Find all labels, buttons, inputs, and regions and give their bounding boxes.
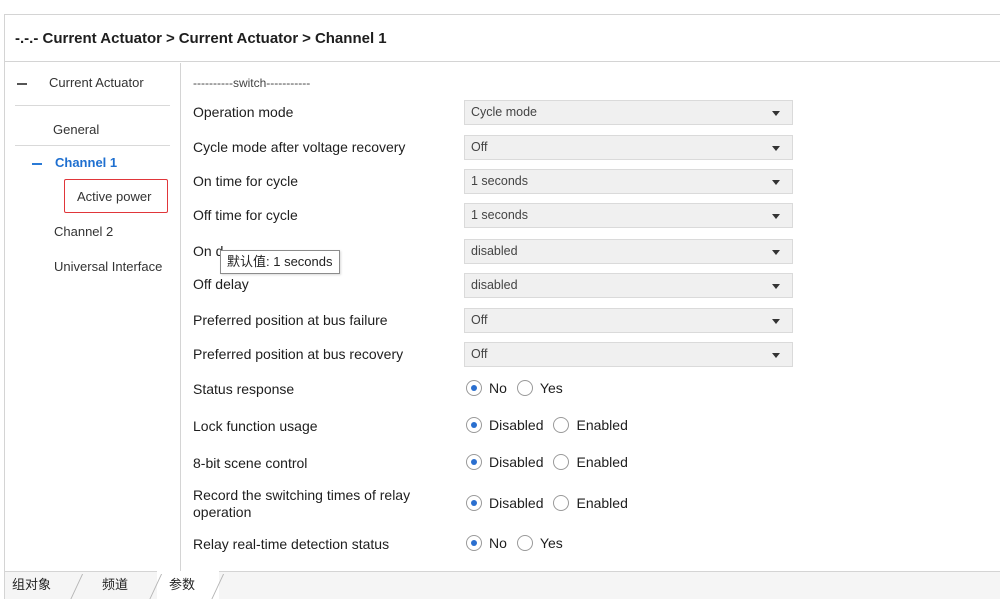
radio-yes[interactable] bbox=[516, 380, 533, 396]
scene-control-radio-group: Disabled Enabled bbox=[466, 454, 638, 470]
param-label: operation bbox=[193, 504, 252, 520]
section-title: ----------switch----------- bbox=[193, 76, 311, 90]
radio-label: Yes bbox=[539, 380, 563, 396]
chevron-down-icon bbox=[772, 146, 780, 151]
param-label: On d bbox=[193, 243, 224, 259]
chevron-down-icon bbox=[772, 180, 780, 185]
chevron-down-icon bbox=[772, 214, 780, 219]
select-value: disabled bbox=[471, 244, 518, 258]
chevron-down-icon bbox=[772, 284, 780, 289]
lock-function-radio-group: Disabled Enabled bbox=[466, 417, 638, 433]
select-value: Off bbox=[471, 347, 488, 361]
status-response-radio-group: No Yes bbox=[466, 380, 573, 396]
breadcrumb-item-actuator[interactable]: Current Actuator bbox=[179, 30, 298, 47]
param-label: Cycle mode after voltage recovery bbox=[193, 139, 406, 155]
param-label: Operation mode bbox=[193, 104, 294, 120]
tab-channels[interactable]: 频道 bbox=[102, 572, 128, 599]
radio-no[interactable] bbox=[466, 535, 482, 551]
radio-disabled[interactable] bbox=[466, 495, 482, 511]
param-label: On time for cycle bbox=[193, 173, 299, 189]
on-time-cycle-select[interactable]: 1 seconds bbox=[464, 169, 793, 194]
radio-enabled[interactable] bbox=[553, 454, 570, 470]
sidebar-item-channel-1[interactable]: Channel 1 bbox=[55, 155, 117, 170]
param-label: Record the switching times of relay bbox=[193, 487, 411, 503]
select-value: disabled bbox=[471, 278, 518, 292]
param-label: Off time for cycle bbox=[193, 207, 298, 223]
param-label: Relay real-time detection status bbox=[193, 536, 390, 552]
off-delay-select[interactable]: disabled bbox=[464, 273, 793, 298]
radio-label: Disabled bbox=[489, 454, 544, 470]
param-label: 8-bit scene control bbox=[193, 455, 308, 471]
param-label: Off delay bbox=[193, 276, 249, 292]
breadcrumb-separator: > bbox=[165, 29, 175, 47]
radio-yes[interactable] bbox=[516, 535, 533, 551]
param-label: Preferred position at bus failure bbox=[193, 312, 388, 328]
bus-recovery-select[interactable]: Off bbox=[464, 342, 793, 367]
default-value-tooltip: 默认值: 1 seconds bbox=[220, 250, 340, 274]
bus-failure-select[interactable]: Off bbox=[464, 308, 793, 333]
sidebar-item-channel-2[interactable]: Channel 2 bbox=[54, 224, 113, 239]
record-switching-radio-group: Disabled Enabled bbox=[466, 495, 638, 511]
on-delay-select[interactable]: disabled bbox=[464, 239, 793, 264]
sidebar-item-current-actuator[interactable]: Current Actuator bbox=[49, 75, 144, 90]
operation-mode-select[interactable]: Cycle mode bbox=[464, 100, 793, 125]
radio-enabled[interactable] bbox=[553, 495, 570, 511]
select-value: 1 seconds bbox=[471, 174, 528, 188]
collapse-minus-icon[interactable] bbox=[32, 163, 42, 165]
select-value: Cycle mode bbox=[471, 105, 537, 119]
select-value: Off bbox=[471, 313, 488, 327]
chevron-down-icon bbox=[772, 111, 780, 116]
bottom-tab-bar: 组对象 频道 参数 bbox=[5, 571, 1000, 599]
tab-parameters[interactable]: 参数 bbox=[169, 572, 195, 599]
radio-label: Disabled bbox=[489, 417, 544, 433]
radio-label: Enabled bbox=[576, 495, 628, 511]
sidebar-tree: Current Actuator General Channel 1 Activ… bbox=[5, 63, 181, 571]
select-value: 1 seconds bbox=[471, 208, 528, 222]
breadcrumb-separator: > bbox=[302, 29, 311, 47]
breadcrumb: -.-.- Current Actuator > Current Actuator >… bbox=[15, 30, 387, 47]
tab-divider bbox=[69, 574, 84, 599]
divider bbox=[15, 145, 170, 146]
radio-disabled[interactable] bbox=[466, 417, 482, 433]
chevron-down-icon bbox=[772, 353, 780, 358]
parameter-panel: ----------switch----------- Operation mo… bbox=[181, 63, 1000, 571]
param-label: Lock function usage bbox=[193, 418, 318, 434]
chevron-down-icon bbox=[772, 250, 780, 255]
breadcrumb-item-device[interactable]: -.-.- Current Actuator bbox=[15, 30, 162, 47]
param-label: Status response bbox=[193, 381, 295, 397]
collapse-minus-icon[interactable] bbox=[17, 83, 27, 85]
sidebar-item-universal-interface[interactable]: Universal Interface bbox=[54, 259, 162, 274]
cycle-mode-recovery-select[interactable]: Off bbox=[464, 135, 793, 160]
header: -.-.- Current Actuator > Current Actuator >… bbox=[5, 15, 1000, 62]
tab-group-objects[interactable]: 组对象 bbox=[12, 572, 51, 599]
radio-no[interactable] bbox=[466, 380, 482, 396]
radio-label: No bbox=[489, 535, 507, 551]
radio-label: Disabled bbox=[489, 495, 544, 511]
param-label: Preferred position at bus recovery bbox=[193, 346, 404, 362]
sidebar-item-general[interactable]: General bbox=[53, 122, 99, 137]
off-time-cycle-select[interactable]: 1 seconds bbox=[464, 203, 793, 228]
relay-detection-radio-group: No Yes bbox=[466, 535, 573, 551]
radio-disabled[interactable] bbox=[466, 454, 482, 470]
breadcrumb-item-channel[interactable]: Channel 1 bbox=[315, 30, 387, 47]
radio-label: Enabled bbox=[576, 454, 628, 470]
select-value: Off bbox=[471, 140, 488, 154]
chevron-down-icon bbox=[772, 319, 780, 324]
radio-enabled[interactable] bbox=[553, 417, 570, 433]
divider bbox=[15, 105, 170, 106]
radio-label: No bbox=[489, 380, 507, 396]
sidebar-item-active-power[interactable]: Active power bbox=[77, 189, 151, 204]
radio-label: Enabled bbox=[576, 417, 628, 433]
radio-label: Yes bbox=[539, 535, 563, 551]
